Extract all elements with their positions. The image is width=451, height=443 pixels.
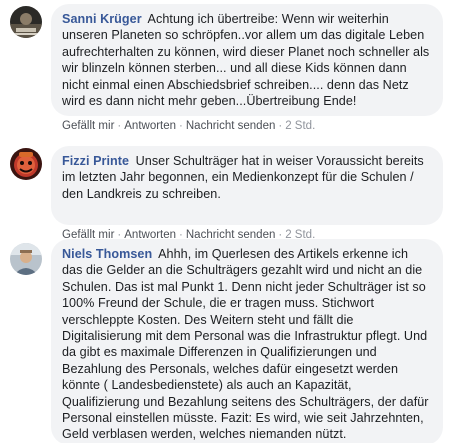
comment-author[interactable]: Niels Thomsen (62, 247, 152, 261)
avatar[interactable] (10, 6, 42, 38)
reply-link[interactable]: Antworten (124, 120, 176, 132)
separator: · (179, 120, 183, 132)
comment-bubble: Fizzi Printe Unser Schulträger hat in we… (51, 146, 443, 225)
send-message-link[interactable]: Nachricht senden (186, 120, 276, 132)
comment-bubble: Sanni Krüger Achtung ich übertreibe: Wen… (51, 4, 443, 116)
like-link[interactable]: Gefällt mir (62, 120, 114, 132)
timestamp[interactable]: 2 Std. (285, 120, 315, 132)
separator: · (278, 120, 283, 132)
separator: · (117, 120, 122, 132)
comment-text: Ahhh, im Querlesen des Artikels erkenne … (62, 247, 429, 442)
comment-thread: Sanni Krüger Achtung ich übertreibe: Wen… (0, 0, 451, 443)
comment-actions: Gefällt mir · Antworten · Nachricht senden · 2… (62, 120, 315, 132)
profile-photo-dark-icon (10, 6, 42, 38)
profile-photo-light-icon (10, 243, 42, 275)
comment-text: Achtung ich übertreibe: Wenn wir weiterh… (62, 12, 430, 109)
comment-author[interactable]: Sanni Krüger (62, 12, 142, 26)
avatar[interactable] (10, 243, 42, 275)
comment-bubble: Niels Thomsen Ahhh, im Querlesen des Art… (51, 239, 443, 443)
avatar[interactable] (10, 148, 42, 180)
comment-author[interactable]: Fizzi Printe (62, 154, 129, 168)
profile-photo-red-face-icon (10, 148, 42, 180)
